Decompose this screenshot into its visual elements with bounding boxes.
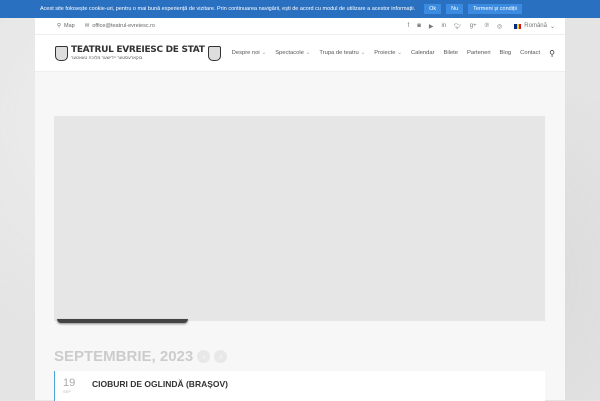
nav-contact[interactable]: Contact bbox=[520, 50, 540, 56]
instagram-icon[interactable]: ◙ bbox=[417, 23, 421, 29]
nav-blog[interactable]: Blog bbox=[500, 50, 512, 56]
month-title: SEPTEMBRIE, 2023 bbox=[54, 348, 194, 365]
linkedin-icon[interactable]: in bbox=[441, 23, 446, 29]
mail-icon: ✉ bbox=[84, 23, 90, 29]
email-link[interactable]: ✉ office@teatrul-evreiesc.ro bbox=[85, 23, 155, 29]
top-bar: ⚲ Map ✉ office@teatrul-evreiesc.ro f ◙ ▶ i… bbox=[35, 18, 565, 35]
cookie-terms-button[interactable]: Termeni și condiții bbox=[468, 4, 522, 14]
pinterest-icon[interactable]: ℗ bbox=[485, 23, 489, 29]
map-pin-icon: ⚲ bbox=[57, 23, 62, 29]
event-day: 19 bbox=[63, 377, 76, 389]
page-container: ⚲ Map ✉ office@teatrul-evreiesc.ro f ◙ ▶ i… bbox=[35, 18, 565, 401]
facebook-icon[interactable]: f bbox=[408, 23, 410, 29]
event-date: 19 SEP bbox=[63, 377, 92, 395]
google-plus-icon[interactable]: g+ bbox=[470, 23, 477, 29]
nav-proiecte[interactable]: Proiecte bbox=[374, 50, 402, 56]
map-link[interactable]: ⚲ Map bbox=[57, 23, 75, 29]
hero-slider[interactable] bbox=[54, 116, 545, 321]
event-month: SEP bbox=[63, 389, 72, 394]
romania-flag-icon bbox=[514, 23, 522, 29]
nav-calendar[interactable]: Calendar bbox=[411, 50, 435, 56]
calendar-month-header: SEPTEMBRIE, 2023 ‹ › bbox=[54, 348, 228, 365]
event-item[interactable]: 19 SEP CIOBURI DE OGLINDĂ (BRAȘOV) bbox=[54, 371, 545, 401]
next-month-button[interactable]: › bbox=[214, 350, 228, 363]
cookie-no-button[interactable]: Nu bbox=[446, 4, 464, 14]
tripadvisor-icon[interactable]: ◎ bbox=[497, 23, 502, 30]
nav-bilete[interactable]: Bilete bbox=[444, 50, 459, 56]
nav-trupa[interactable]: Trupa de teatru bbox=[319, 50, 365, 56]
logo[interactable]: TEATRUL EVREIESC DE STAT בוקארעסטער יידיש… bbox=[55, 45, 221, 61]
email-label: office@teatrul-evreiesc.ro bbox=[92, 23, 155, 29]
main-nav: Despre noi Spectacole Trupa de teatru Pr… bbox=[232, 49, 555, 58]
event-title[interactable]: CIOBURI DE OGLINDĂ (BRAȘOV) bbox=[92, 379, 228, 395]
search-icon[interactable]: ⚲ bbox=[549, 49, 555, 58]
nav-spectacole[interactable]: Spectacole bbox=[275, 50, 310, 56]
prev-month-button[interactable]: ‹ bbox=[197, 350, 211, 363]
crest-icon bbox=[207, 45, 221, 61]
cookie-ok-button[interactable]: Ok bbox=[424, 4, 442, 14]
language-selector[interactable]: Română ⌄ bbox=[514, 23, 555, 30]
cookie-bar: Acest site folosește cookie-uri, pentru … bbox=[0, 0, 600, 18]
youtube-icon[interactable]: ▶ bbox=[429, 23, 434, 30]
social-links: f ◙ ▶ in 🐦︎ g+ ℗ ◎ Română ⌄ bbox=[408, 23, 555, 30]
slider-shadow bbox=[57, 319, 188, 323]
language-label: Română bbox=[524, 23, 547, 29]
crest-icon bbox=[55, 45, 68, 61]
nav-parteneri[interactable]: Parteneri bbox=[467, 50, 491, 56]
logo-title: TEATRUL EVREIESC DE STAT bbox=[71, 45, 205, 55]
logo-subtitle: בוקארעסטער יידישער מלוכה טעאטער bbox=[71, 55, 143, 60]
header: TEATRUL EVREIESC DE STAT בוקארעסטער יידיש… bbox=[35, 35, 565, 72]
twitter-icon[interactable]: 🐦︎ bbox=[454, 23, 462, 30]
cookie-text: Acest site folosește cookie-uri, pentru … bbox=[40, 6, 416, 12]
nav-despre-noi[interactable]: Despre noi bbox=[232, 50, 267, 56]
map-label: Map bbox=[64, 23, 75, 29]
